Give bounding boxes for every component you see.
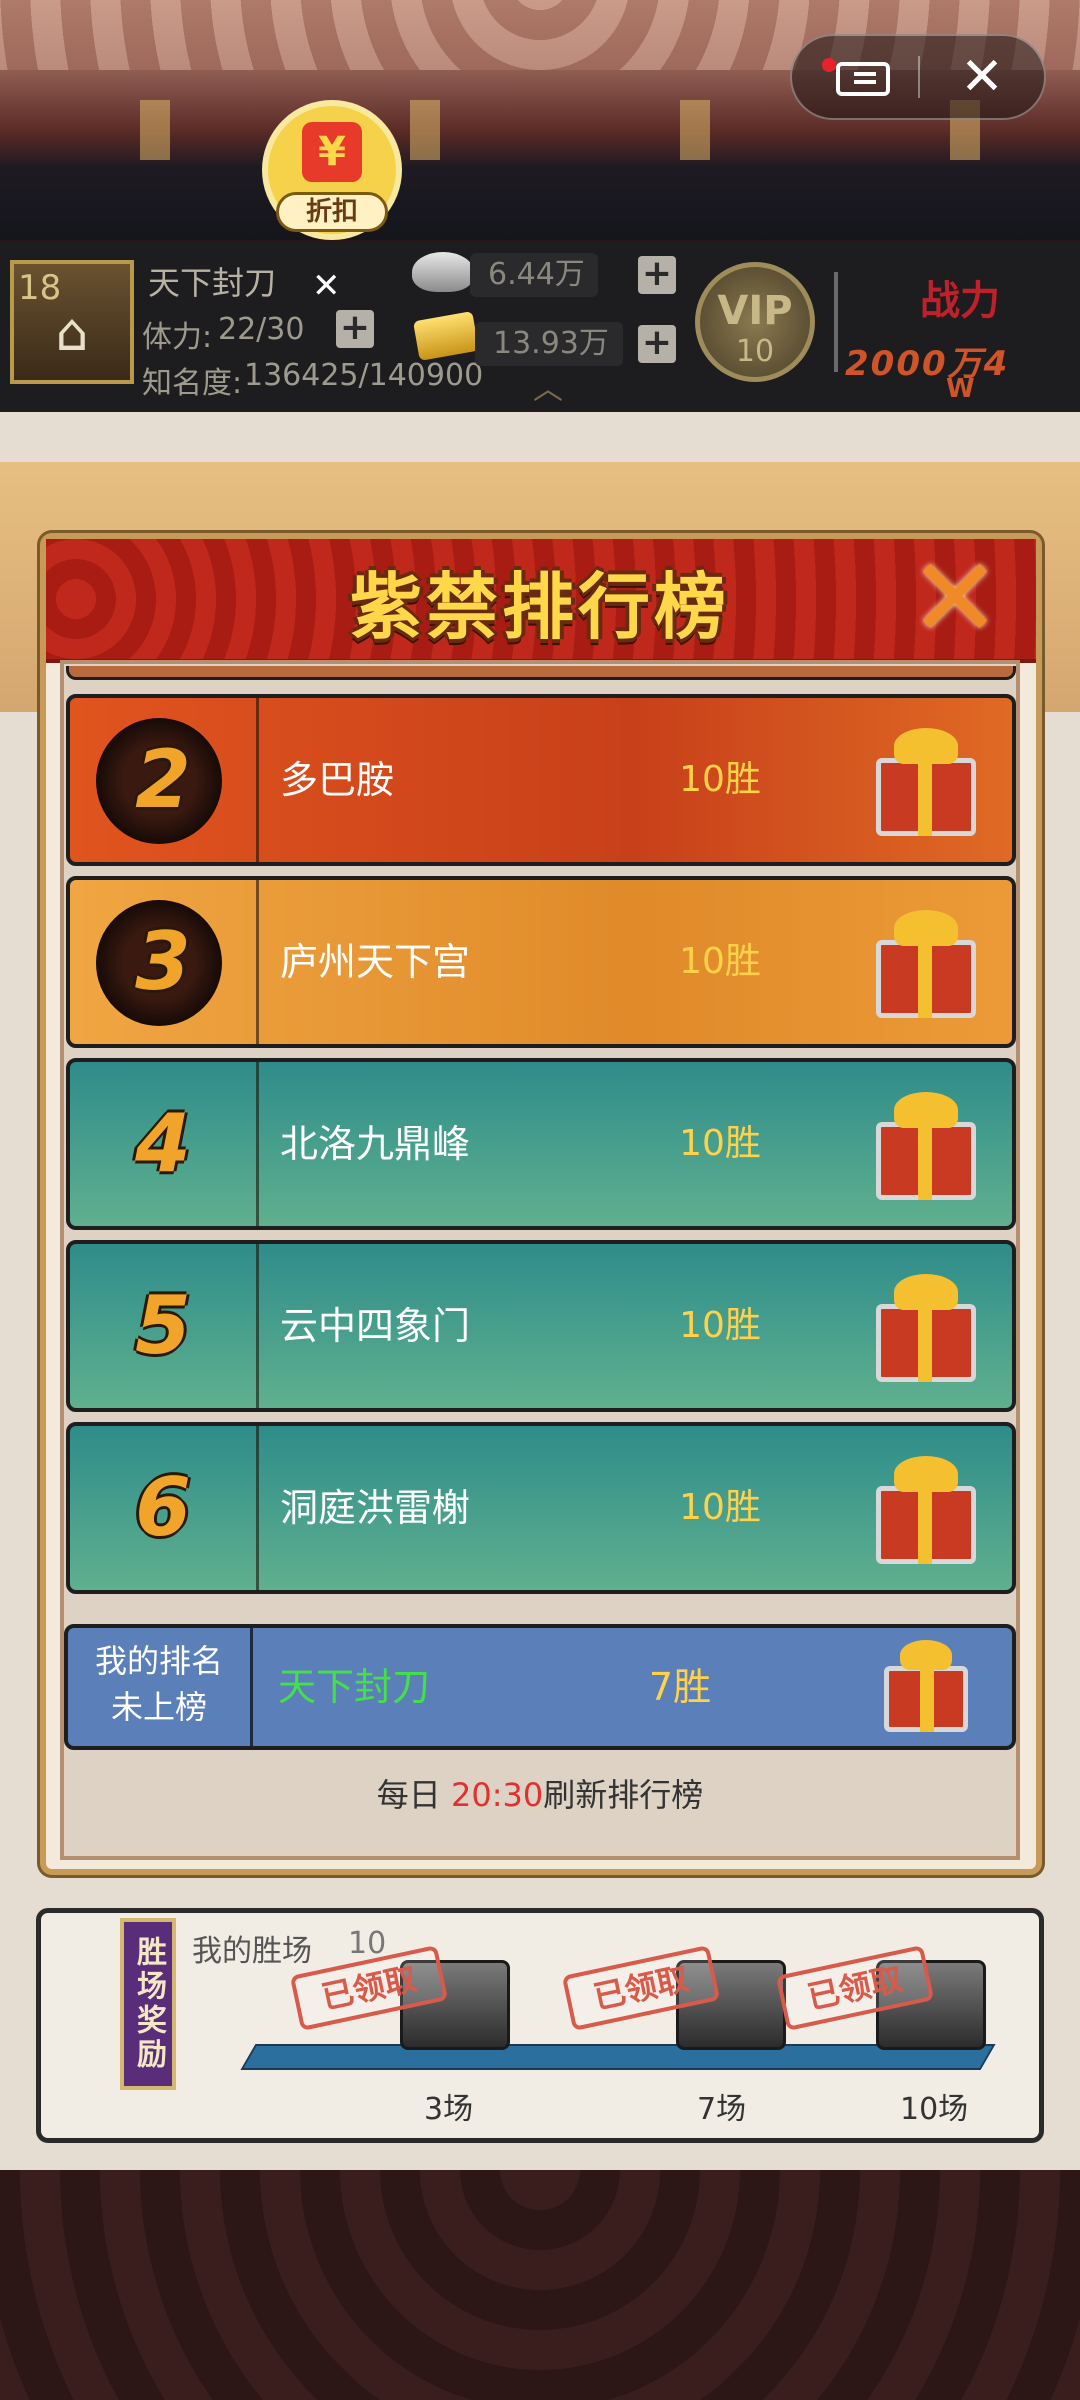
milestone-10: 10场 bbox=[900, 2092, 969, 2127]
ranking-row[interactable]: 3 庐州天下宫 10胜 bbox=[66, 876, 1016, 1048]
refresh-time: 20:30 bbox=[450, 1776, 544, 1814]
fame-value: 136425/140900 bbox=[244, 358, 484, 393]
silver-amount: 6.44万 bbox=[470, 253, 598, 297]
win-count: 10胜 bbox=[679, 1123, 761, 1164]
ranking-row[interactable]: 6 洞庭洪雷榭 10胜 bbox=[66, 1422, 1016, 1594]
notification-dot bbox=[822, 58, 836, 72]
my-wins-label: 我的胜场 bbox=[192, 1934, 312, 1969]
close-icon[interactable]: ✕ bbox=[952, 40, 1012, 114]
chevron-up-icon[interactable]: ︿ bbox=[526, 375, 570, 405]
vip-level: 10 bbox=[735, 334, 775, 369]
guild-name: 洞庭洪雷榭 bbox=[280, 1486, 471, 1530]
ranking-row[interactable]: 4 北洛九鼎峰 10胜 bbox=[66, 1058, 1016, 1230]
rank-number: 5 bbox=[135, 1279, 191, 1372]
discount-button[interactable]: ¥ 折扣 bbox=[262, 100, 402, 240]
modal-close-button[interactable]: ✕ bbox=[900, 543, 1010, 653]
gift-box-icon[interactable] bbox=[870, 902, 982, 1022]
ranking-row[interactable]: 5 云中四象门 10胜 bbox=[66, 1240, 1016, 1412]
red-envelope-icon: ¥ bbox=[302, 122, 362, 182]
gift-box-icon[interactable] bbox=[870, 1084, 982, 1204]
ranking-row[interactable]: 2 多巴胺 10胜 bbox=[66, 694, 1016, 866]
gift-box-icon[interactable] bbox=[870, 1448, 982, 1568]
vip-label: VIP bbox=[717, 288, 793, 334]
my-row-divider bbox=[250, 1628, 253, 1746]
row-divider bbox=[256, 698, 259, 862]
gold-amount: 13.93万 bbox=[475, 322, 623, 366]
gift-box-icon[interactable] bbox=[870, 720, 982, 840]
my-rank-status: 未上榜 bbox=[110, 1688, 207, 1726]
power-label: 战力 bbox=[920, 278, 1000, 324]
my-gift-box-icon[interactable] bbox=[880, 1636, 972, 1736]
scrolled-row-edge bbox=[66, 666, 1016, 680]
guild-name: 北洛九鼎峰 bbox=[280, 1122, 471, 1166]
refresh-suffix: 刷新排行榜 bbox=[543, 1776, 704, 1814]
silver-ingot-icon bbox=[412, 252, 474, 292]
menu-icon[interactable] bbox=[836, 62, 890, 96]
power-value: 2000万4 bbox=[845, 344, 1010, 384]
power-unit: W bbox=[946, 374, 975, 404]
rank-number: 3 bbox=[135, 915, 191, 1008]
gift-box-icon[interactable] bbox=[870, 1266, 982, 1386]
close-badge-icon[interactable]: ✕ bbox=[312, 266, 341, 306]
stamina-value: 22/30 bbox=[218, 312, 305, 347]
guild-name: 庐州天下宫 bbox=[280, 940, 471, 984]
row-divider bbox=[256, 1244, 259, 1408]
status-divider bbox=[834, 272, 838, 372]
guild-name: 云中四象门 bbox=[280, 1304, 471, 1348]
win-count: 10胜 bbox=[679, 759, 761, 800]
guild-name: 多巴胺 bbox=[280, 758, 395, 802]
milestone-7: 7场 bbox=[697, 2092, 747, 2127]
row-divider bbox=[256, 1062, 259, 1226]
rank-number: 2 bbox=[135, 733, 191, 826]
win-count: 10胜 bbox=[679, 1487, 761, 1528]
vip-badge[interactable]: VIP 10 bbox=[695, 262, 815, 382]
stamina-label: 体力: bbox=[142, 320, 213, 355]
rank-number: 4 bbox=[135, 1097, 191, 1190]
refresh-prefix: 每日 bbox=[376, 1776, 451, 1814]
add-stamina-button[interactable]: + bbox=[336, 310, 374, 348]
row-divider bbox=[256, 1426, 259, 1590]
bottom-pattern bbox=[0, 2170, 1080, 2400]
rank-number: 6 bbox=[135, 1461, 191, 1554]
row-divider bbox=[256, 880, 259, 1044]
win-reward-tag: 胜场奖励 bbox=[120, 1918, 176, 2090]
add-gold-button[interactable]: + bbox=[638, 325, 676, 363]
my-win-count: 7胜 bbox=[648, 1665, 712, 1709]
fame-label: 知名度: bbox=[142, 366, 243, 401]
milestone-3: 3场 bbox=[424, 2092, 474, 2127]
miniapp-capsule: ✕ bbox=[790, 34, 1046, 120]
player-name: 天下封刀 bbox=[148, 264, 277, 302]
win-count: 10胜 bbox=[679, 1305, 761, 1346]
my-guild-name: 天下封刀 bbox=[278, 1665, 431, 1709]
my-rank-title: 我的排名 bbox=[94, 1642, 223, 1680]
my-rank-label: 我的排名 未上榜 bbox=[68, 1628, 250, 1746]
player-level: 18 bbox=[18, 268, 62, 308]
win-count: 10胜 bbox=[679, 941, 761, 982]
avatar-figure-icon: ⌂ bbox=[55, 303, 89, 363]
refresh-note: 每日 20:30刷新排行榜 bbox=[60, 1770, 1020, 1816]
modal-title: 紫禁排行榜 bbox=[349, 565, 730, 649]
add-silver-button[interactable]: + bbox=[638, 256, 676, 294]
discount-label: 折扣 bbox=[276, 192, 388, 232]
capsule-divider bbox=[918, 56, 920, 98]
